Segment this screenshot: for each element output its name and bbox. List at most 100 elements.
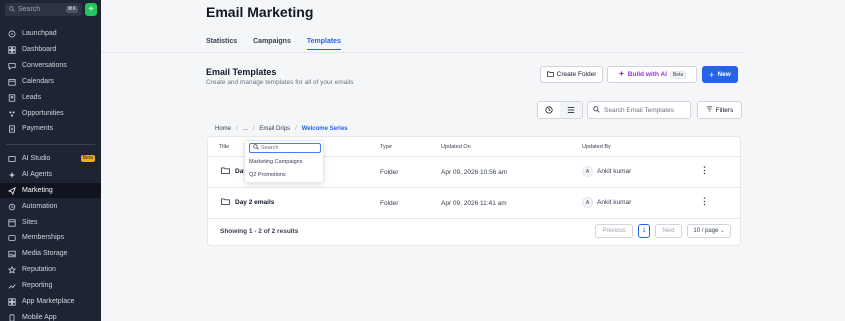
folder-dropdown: Search Marketing Campaigns Q2 Promotions: [244, 140, 324, 183]
list-icon: [567, 101, 575, 119]
sidebar-divider: [6, 144, 95, 145]
sparkle-icon: [8, 171, 16, 179]
list-view-button[interactable]: [560, 102, 582, 118]
dropdown-item[interactable]: Marketing Campaigns: [249, 159, 303, 165]
chart-icon: [8, 282, 16, 290]
sidebar-item-memberships[interactable]: Memberships: [0, 230, 101, 245]
tab-templates[interactable]: Templates: [306, 38, 341, 50]
sidebar-item-sites[interactable]: Sites: [0, 215, 101, 230]
sidebar-item-app-marketplace[interactable]: App Marketplace: [0, 294, 101, 309]
filters-button[interactable]: Filters: [697, 101, 742, 119]
sidebar-item-conversations[interactable]: Conversations: [0, 58, 101, 73]
sidebar-item-label: Reporting: [22, 282, 53, 289]
table-row[interactable]: Day 2 emails Folder Apr 09, 2026 11:41 a…: [208, 188, 740, 219]
section-title: Email Templates: [206, 67, 277, 77]
build-with-ai-label: Build with AI: [627, 71, 667, 78]
sidebar-item-label: Sites: [22, 219, 38, 226]
previous-page-button[interactable]: Previous: [595, 224, 633, 238]
section-subtitle: Create and manage templates for all of y…: [206, 79, 354, 86]
breadcrumb-current: Welcome Series: [301, 126, 348, 132]
user-name: Ankit kumar: [597, 199, 632, 206]
avatar: A: [582, 166, 593, 177]
clock-icon: [545, 101, 553, 119]
sidebar-item-opportunities[interactable]: Opportunities: [0, 106, 101, 121]
sidebar-item-calendars[interactable]: Calendars: [0, 74, 101, 89]
next-page-button[interactable]: Next: [655, 224, 682, 238]
apps-icon: [8, 297, 16, 306]
sidebar-item-label: Mobile App: [22, 314, 57, 321]
search-icon: [253, 144, 259, 152]
sidebar-item-ai-agents[interactable]: AI Agents: [0, 167, 101, 182]
filters-label: Filters: [715, 106, 734, 114]
sidebar-item-label: AI Studio: [22, 155, 51, 162]
dropdown-item[interactable]: Q2 Promotions: [249, 172, 286, 178]
dropdown-search-placeholder: Search: [261, 145, 279, 151]
row-menu-icon[interactable]: ⋮: [700, 196, 709, 207]
row-menu-icon[interactable]: ⋮: [700, 165, 709, 176]
calendar-icon: [8, 78, 16, 86]
breadcrumb-home[interactable]: Home: [215, 126, 231, 132]
page-title: Email Marketing: [206, 4, 314, 20]
sidebar-item-leads[interactable]: Leads: [0, 90, 101, 105]
breadcrumb-ellipsis[interactable]: ...: [243, 126, 248, 132]
send-icon: [8, 186, 16, 195]
folder-icon: [221, 167, 230, 176]
tab-statistics[interactable]: Statistics: [206, 38, 237, 50]
folder-icon: [546, 71, 554, 79]
sidebar-item-launchpad[interactable]: Launchpad: [0, 26, 101, 41]
sidebar-search-placeholder: Search: [18, 6, 41, 13]
avatar: A: [582, 197, 593, 208]
plus-icon: +: [709, 69, 715, 80]
sidebar-item-label: Automation: [22, 203, 58, 210]
page-size-select[interactable]: 10 / page ⌄: [687, 224, 731, 238]
sidebar-item-reporting[interactable]: Reporting: [0, 278, 101, 293]
build-with-ai-button[interactable]: Build with AI Beta: [607, 66, 697, 83]
sidebar-item-mobile-app[interactable]: Mobile App: [0, 310, 101, 321]
sidebar-search[interactable]: Search ⌘K: [5, 3, 82, 16]
search-placeholder: Search Email Templates: [604, 106, 674, 114]
beta-badge: Beta: [80, 155, 95, 162]
globe-icon: [8, 218, 16, 227]
contacts-icon: [8, 93, 16, 102]
sidebar-item-media-storage[interactable]: Media Storage: [0, 246, 101, 261]
page-1-button[interactable]: 1: [638, 224, 650, 238]
sidebar-item-reputation[interactable]: Reputation: [0, 262, 101, 277]
tabs-divider: [101, 52, 744, 53]
tab-campaigns[interactable]: Campaigns: [253, 38, 291, 50]
search-icon: [9, 5, 15, 14]
funnel-icon: [8, 110, 16, 118]
user-name: Ankit kumar: [597, 168, 632, 175]
sidebar-item-automation[interactable]: Automation: [0, 199, 101, 214]
dropdown-search-input[interactable]: Search: [249, 143, 321, 153]
sidebar: Search ⌘K + Launchpad Dashboard Conversa…: [0, 0, 101, 321]
breadcrumb-separator: /: [252, 126, 255, 132]
sidebar-item-label: Payments: [22, 125, 54, 132]
row-updated-by: A Ankit kumar: [582, 166, 631, 177]
row-title[interactable]: Day 2 emails: [221, 198, 274, 207]
beta-badge: Beta: [669, 70, 687, 79]
sidebar-item-label: Opportunities: [22, 110, 64, 117]
sidebar-item-label: Memberships: [22, 234, 65, 241]
search-icon: [593, 105, 600, 115]
quick-add-button[interactable]: +: [85, 3, 97, 16]
recent-view-button[interactable]: [538, 102, 560, 118]
template-search-input[interactable]: Search Email Templates: [587, 101, 691, 119]
sidebar-item-label: Launchpad: [22, 30, 57, 37]
breadcrumb-separator: /: [295, 126, 297, 132]
page-size-label: 10 / page: [693, 228, 719, 234]
sidebar-item-label: AI Agents: [22, 171, 52, 178]
breadcrumb-email-drips[interactable]: Email Drips: [259, 126, 290, 132]
sidebar-item-ai-studio[interactable]: AI Studio Beta: [0, 151, 101, 166]
sidebar-item-dashboard[interactable]: Dashboard: [0, 42, 101, 57]
sidebar-item-payments[interactable]: Payments: [0, 121, 101, 136]
row-updated-on: Apr 09, 2026 11:41 am: [441, 200, 507, 207]
new-template-button[interactable]: + New: [702, 66, 738, 83]
create-folder-button[interactable]: Create Folder: [540, 66, 603, 83]
rocket-icon: [8, 30, 16, 38]
folder-icon: [221, 198, 230, 207]
results-summary: Showing 1 - 2 of 2 results: [220, 228, 299, 235]
media-icon: [8, 250, 16, 258]
sidebar-item-marketing[interactable]: Marketing: [0, 183, 101, 198]
sidebar-item-label: Reputation: [22, 266, 56, 273]
chat-icon: [8, 62, 16, 70]
